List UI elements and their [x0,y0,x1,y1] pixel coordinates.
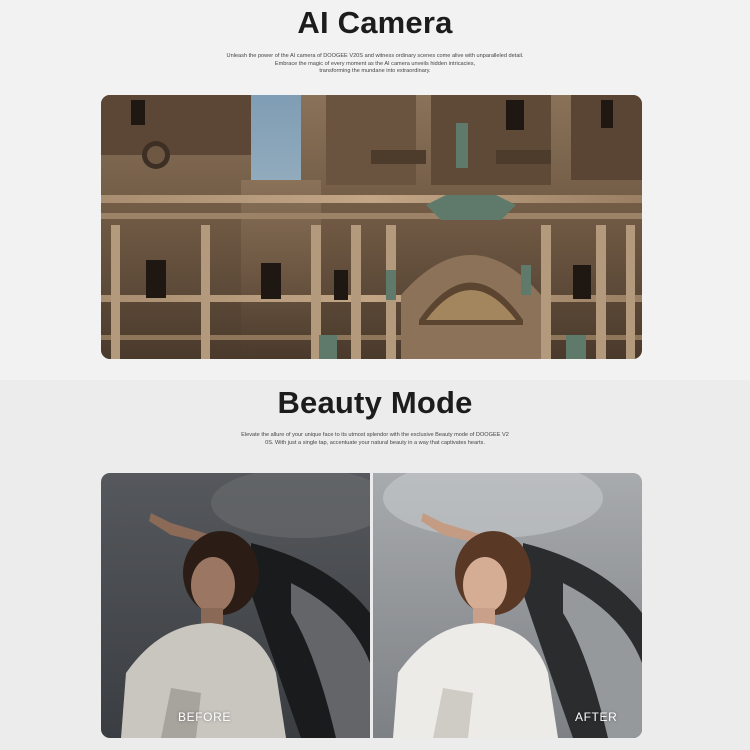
ai-camera-title: AI Camera [297,5,453,40]
before-photo-panel: BEFORE [101,473,370,738]
ai-camera-description-line: Unleash the power of the AI camera of DO… [226,53,524,59]
beauty-mode-description-line: Elevate the allure of your unique face t… [241,432,509,438]
ai-camera-description: Unleash the power of the AI camera of DO… [200,53,550,76]
beauty-mode-description-line: 0S. With just a single tap, accentuate y… [265,439,485,446]
after-photo-panel: AFTER [373,473,642,738]
ai-camera-description-line: transforming the mundane into extraordin… [319,68,431,75]
cathedral-photo [101,95,642,359]
beauty-mode-title: Beauty Mode [277,385,473,420]
after-label: AFTER [575,710,618,724]
ai-camera-description-line: Embrace the magic of every moment as the… [274,60,476,67]
beauty-mode-description: Elevate the allure of your unique face t… [225,432,525,447]
before-label: BEFORE [178,710,231,724]
